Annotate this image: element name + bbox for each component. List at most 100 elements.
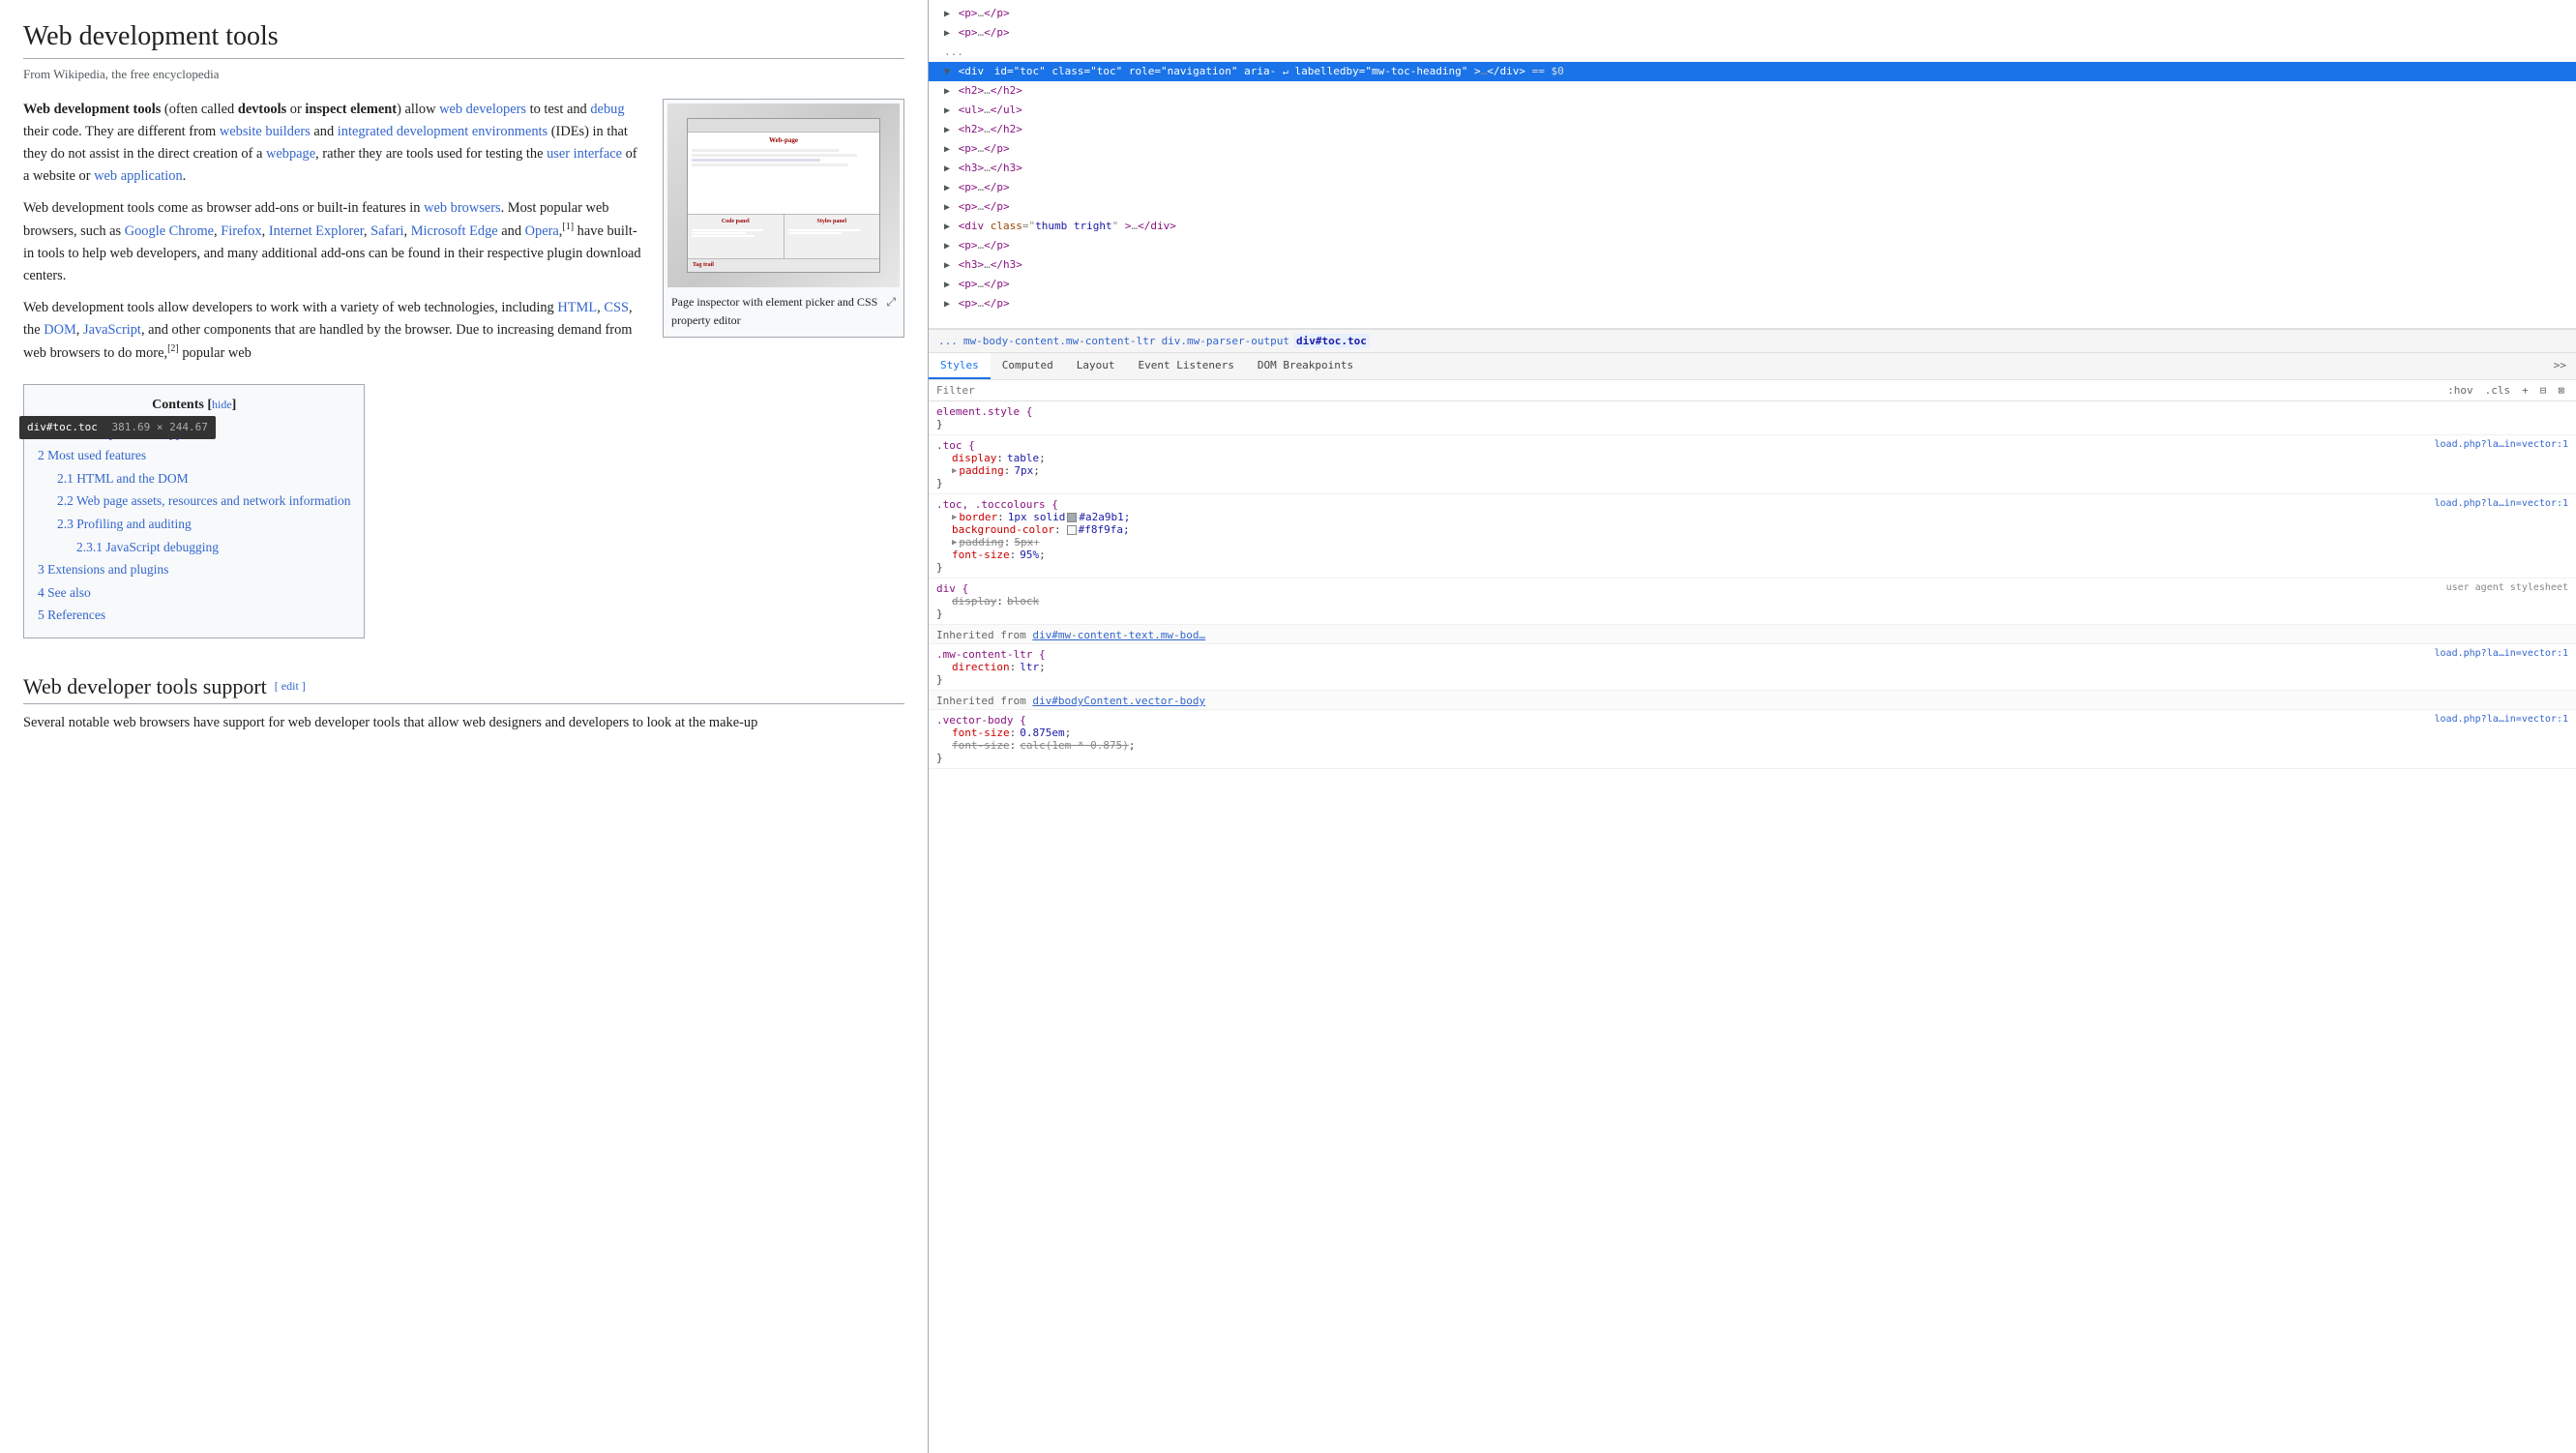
breadcrumb-toc[interactable]: div#toc.toc (1293, 334, 1370, 348)
rule-selector-div: div { (936, 582, 968, 595)
article-subtitle: From Wikipedia, the free encyclopedia (23, 65, 904, 85)
breadcrumb-parser-output[interactable]: div.mw-parser-output (1160, 335, 1291, 347)
toc-item-3: 3 Extensions and plugins (38, 559, 350, 580)
prop-background-color: background-color : #f8f9fa; (952, 523, 2568, 536)
prop-direction: direction : ltr ; (952, 661, 2568, 673)
dom-line-p8[interactable]: <p>…</p> (929, 294, 2576, 313)
dom-tree[interactable]: <p>…</p> <p>…</p> ... <div id="toc" clas… (929, 0, 2576, 329)
inherited-link-2[interactable]: div#bodyContent.vector-body (1032, 695, 1205, 707)
dom-arrow[interactable] (944, 105, 950, 116)
toc-title: Contents [hide] (38, 395, 350, 416)
dom-arrow[interactable] (944, 202, 950, 213)
dom-line-toc[interactable]: <div id="toc" class="toc" role="navigati… (929, 62, 2576, 81)
breadcrumb-ellipsis[interactable]: ... (936, 335, 960, 347)
color-swatch-bg[interactable] (1067, 525, 1077, 535)
filter-icon2-button[interactable]: ⊠ (2554, 383, 2568, 398)
tab-dom-breakpoints[interactable]: DOM Breakpoints (1246, 353, 1365, 379)
styles-tabs: Styles Computed Layout Event Listeners D… (929, 353, 2576, 380)
tab-more[interactable]: >> (2544, 353, 2576, 379)
breadcrumb-bar: ... mw-body-content.mw-content-ltr div.m… (929, 329, 2576, 353)
dom-line-h2-2[interactable]: <h2>…</h2> (929, 120, 2576, 139)
dom-arrow[interactable] (944, 241, 950, 252)
rule-selector-toc: .toc { (936, 439, 975, 452)
rule-source-toc-toccolours[interactable]: load.php?la…in=vector:1 (2435, 498, 2568, 509)
inherited-link-1[interactable]: div#mw-content-text.mw-bod… (1032, 629, 1205, 641)
dom-arrow[interactable] (944, 299, 950, 310)
toc-hide-link[interactable]: hide (212, 398, 232, 411)
article-image: Web-page Code panel Sty (667, 104, 900, 287)
dom-line-p4[interactable]: <p>…</p> (929, 178, 2576, 197)
dom-arrow[interactable] (944, 28, 950, 39)
dom-line-div-thumb[interactable]: <div class="thumb tright" >…</div> (929, 217, 2576, 236)
tab-computed[interactable]: Computed (991, 353, 1065, 379)
filter-hov-button[interactable]: :hov (2443, 383, 2477, 398)
color-swatch-border[interactable] (1067, 513, 1077, 522)
dom-arrow[interactable] (944, 144, 950, 155)
filter-bar: :hov .cls + ⊟ ⊠ (929, 380, 2576, 401)
rule-toc: .toc { load.php?la…in=vector:1 display :… (929, 435, 2576, 494)
prop-font-size: font-size : 95% ; (952, 549, 2568, 561)
rule-source-mw-content-ltr[interactable]: load.php?la…in=vector:1 (2435, 648, 2568, 659)
dom-arrow-toc[interactable] (944, 67, 950, 77)
dom-line-ul[interactable]: <ul>…</ul> (929, 101, 2576, 120)
prop-display: display : table ; (952, 452, 2568, 464)
dom-line-ellipsis[interactable]: ... (929, 43, 2576, 62)
filter-cls-button[interactable]: .cls (2481, 383, 2515, 398)
dom-arrow[interactable] (944, 222, 950, 232)
element-tooltip: div#toc.toc 381.69 × 244.67 (19, 416, 216, 439)
tab-event-listeners[interactable]: Event Listeners (1126, 353, 1245, 379)
dom-line-p1[interactable]: <p>…</p> (929, 4, 2576, 23)
toc-item-4: 4 See also (38, 582, 350, 604)
dom-line-p5[interactable]: <p>…</p> (929, 197, 2576, 217)
styles-content: element.style { } .toc { load.php?la…in=… (929, 401, 2576, 1453)
dom-line-h2-1[interactable]: <h2>…</h2> (929, 81, 2576, 101)
prop-font-size-vector: font-size : 0.875em ; (952, 726, 2568, 739)
prop-padding-toc: ▶ padding : 7px ; (952, 464, 2568, 477)
section1-paragraph: Several notable web browsers have suppor… (23, 712, 904, 734)
rule-selector-vector-body: .vector-body { (936, 714, 1026, 726)
image-caption: Page inspector with element picker and C… (667, 291, 900, 332)
prop-display-block: display : block (952, 595, 2568, 608)
rule-source-toc[interactable]: load.php?la…in=vector:1 (2435, 439, 2568, 450)
article-title: Web development tools (23, 19, 904, 59)
wikipedia-article: Web development tools From Wikipedia, th… (0, 0, 929, 1453)
tab-styles[interactable]: Styles (929, 353, 991, 379)
tab-layout[interactable]: Layout (1065, 353, 1127, 379)
dom-arrow[interactable] (944, 125, 950, 135)
dom-arrow[interactable] (944, 183, 950, 193)
dom-line-p7[interactable]: <p>…</p> (929, 275, 2576, 294)
filter-icon1-button[interactable]: ⊟ (2536, 383, 2551, 398)
dom-line-p6[interactable]: <p>…</p> (929, 236, 2576, 255)
article-image-box: Web-page Code panel Sty (663, 99, 904, 337)
rule-toc-toccolours: .toc, .toccolours { load.php?la…in=vecto… (929, 494, 2576, 578)
dom-arrow[interactable] (944, 280, 950, 290)
toc-item-2-3-1: 2.3.1 JavaScript debugging (38, 537, 350, 558)
dom-arrow[interactable] (944, 163, 950, 174)
rule-selector-mw-content-ltr: .mw-content-ltr { (936, 648, 1046, 661)
dom-line-h3-2[interactable]: <h3>…</h3> (929, 255, 2576, 275)
dom-arrow[interactable] (944, 86, 950, 97)
devtools-panel: <p>…</p> <p>…</p> ... <div id="toc" clas… (929, 0, 2576, 1453)
rule-mw-content-ltr: .mw-content-ltr { load.php?la…in=vector:… (929, 644, 2576, 691)
rule-selector-toc-toccolours: .toc, .toccolours { (936, 498, 1058, 511)
prop-arrow-padding2[interactable]: ▶ (952, 538, 957, 548)
rule-element-style: element.style { } (929, 401, 2576, 435)
filter-input[interactable] (936, 384, 2438, 397)
inherited-header-2: Inherited from div#bodyContent.vector-bo… (929, 691, 2576, 710)
dom-line-p2[interactable]: <p>…</p> (929, 23, 2576, 43)
toc-item-5: 5 References (38, 605, 350, 626)
filter-add-button[interactable]: + (2518, 383, 2532, 398)
dom-line-p3[interactable]: <p>…</p> (929, 139, 2576, 159)
toc-item-2: 2 Most used features (38, 445, 350, 466)
inherited-header-1: Inherited from div#mw-content-text.mw-bo… (929, 625, 2576, 644)
prop-arrow-padding[interactable]: ▶ (952, 466, 957, 476)
toc-item-2-2: 2.2 Web page assets, resources and netwo… (38, 490, 350, 512)
dom-line-h3-1[interactable]: <h3>…</h3> (929, 159, 2576, 178)
prop-arrow-border[interactable]: ▶ (952, 513, 957, 522)
prop-font-size-calc: font-size : calc(1em * 0.875) ; (952, 739, 2568, 752)
breadcrumb-mw-body[interactable]: mw-body-content.mw-content-ltr (962, 335, 1158, 347)
dom-arrow[interactable] (944, 9, 950, 19)
rule-source-vector-body[interactable]: load.php?la…in=vector:1 (2435, 714, 2568, 725)
dom-arrow[interactable] (944, 260, 950, 271)
rule-source-ua: user agent stylesheet (2446, 582, 2568, 593)
